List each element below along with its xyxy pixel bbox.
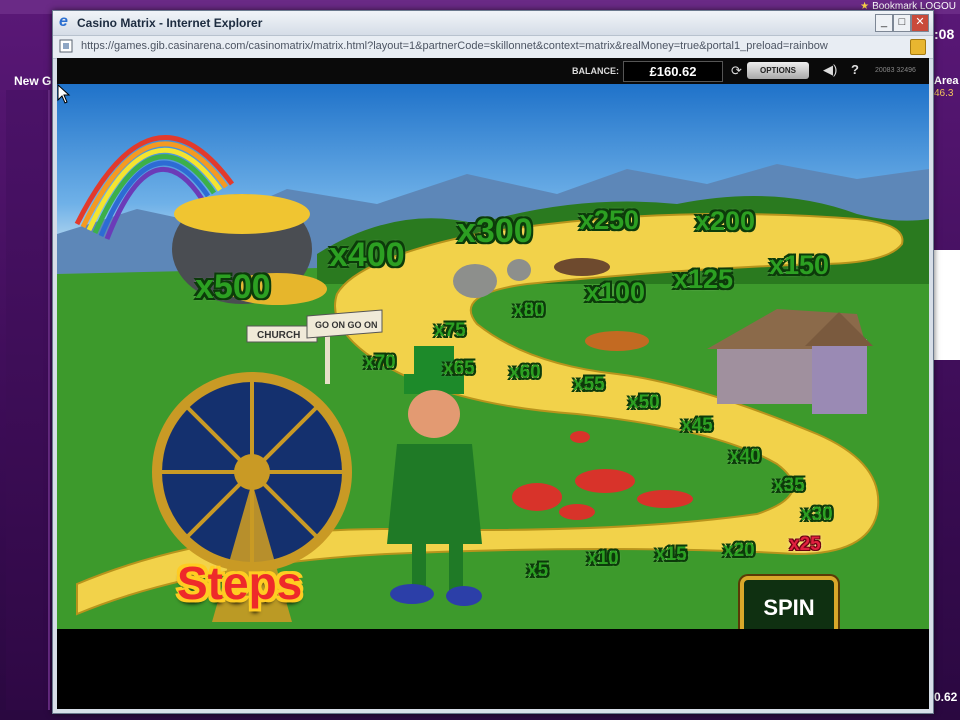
sound-icon[interactable]: ◀): [823, 62, 837, 78]
multiplier-x35: x35: [773, 475, 805, 496]
steps-title: Steps: [177, 557, 303, 609]
close-button[interactable]: ✕: [911, 14, 929, 32]
background-side-box: [934, 250, 960, 360]
multiplier-x15: x15: [655, 544, 687, 565]
window-titlebar[interactable]: e Casino Matrix - Internet Explorer _ □ …: [53, 11, 933, 35]
page-icon: [59, 39, 73, 53]
multiplier-x75: x75: [434, 320, 466, 341]
url-field[interactable]: https://games.gib.casinarena.com/casinom…: [81, 40, 901, 54]
multiplier-x20: x20: [723, 540, 755, 561]
multiplier-x40: x40: [729, 446, 761, 467]
mouse-cursor-icon: [57, 84, 71, 104]
multiplier-x25-current: x25: [789, 534, 821, 555]
multiplier-x50: x50: [628, 392, 660, 413]
background-balance-fragment: 0.62: [934, 690, 958, 704]
address-bar[interactable]: https://games.gib.casinarena.com/casinom…: [53, 35, 933, 59]
multiplier-x55: x55: [573, 374, 605, 395]
multiplier-x150: x150: [769, 250, 830, 280]
multiplier-x10: x10: [587, 548, 619, 569]
multiplier-x65: x65: [443, 358, 475, 379]
background-area-label: Area: [934, 75, 959, 87]
balance-label: BALANCE:: [572, 66, 619, 76]
church-sign: CHURCH: [257, 330, 301, 341]
multiplier-x30: x30: [801, 504, 833, 525]
background-area-value: 46.3: [934, 88, 954, 99]
multiplier-x70: x70: [364, 352, 396, 373]
balance-value: £160.62: [623, 61, 723, 82]
game-id: 20083 32496: [875, 67, 916, 74]
background-nav-label[interactable]: New G: [14, 74, 51, 88]
dog: [554, 258, 610, 276]
game-scene[interactable]: x500 x400 x300 x250 x200 x150 x125 x100 …: [57, 84, 929, 629]
multiplier-x80: x80: [513, 300, 545, 321]
multiplier-x250: x250: [579, 205, 640, 235]
multiplier-x200: x200: [695, 206, 756, 236]
rock: [453, 264, 497, 298]
multiplier-x45: x45: [681, 415, 713, 436]
internet-explorer-icon: e: [59, 13, 68, 30]
rock-small: [507, 259, 531, 281]
multiplier-x500: x500: [195, 268, 271, 306]
game-header-bar: BALANCE: £160.62 ⟳ OPTIONS ◀) ? 20083 32…: [57, 58, 929, 84]
multiplier-x5: x5: [527, 560, 549, 581]
minimize-button[interactable]: _: [875, 14, 893, 32]
background-clock: :08: [934, 26, 955, 42]
multiplier-x400: x400: [329, 236, 405, 274]
gold-coins: [174, 194, 310, 234]
options-button[interactable]: OPTIONS: [747, 62, 809, 79]
background-left-panel: [6, 90, 50, 710]
game-footer: [57, 629, 929, 709]
lock-icon[interactable]: [910, 39, 926, 55]
browser-popup-window: e Casino Matrix - Internet Explorer _ □ …: [52, 10, 934, 714]
multiplier-x125: x125: [673, 264, 734, 294]
help-icon[interactable]: ?: [851, 62, 859, 77]
go-on-sign: GO ON GO ON: [315, 320, 378, 330]
window-title: Casino Matrix - Internet Explorer: [77, 16, 263, 30]
multiplier-x100: x100: [585, 277, 646, 307]
multiplier-x300: x300: [457, 212, 533, 250]
maximize-button[interactable]: □: [893, 14, 911, 32]
refresh-icon[interactable]: ⟳: [731, 64, 742, 77]
spin-button[interactable]: SPIN: [740, 576, 838, 629]
fox: [585, 331, 649, 351]
multiplier-x60: x60: [509, 362, 541, 383]
